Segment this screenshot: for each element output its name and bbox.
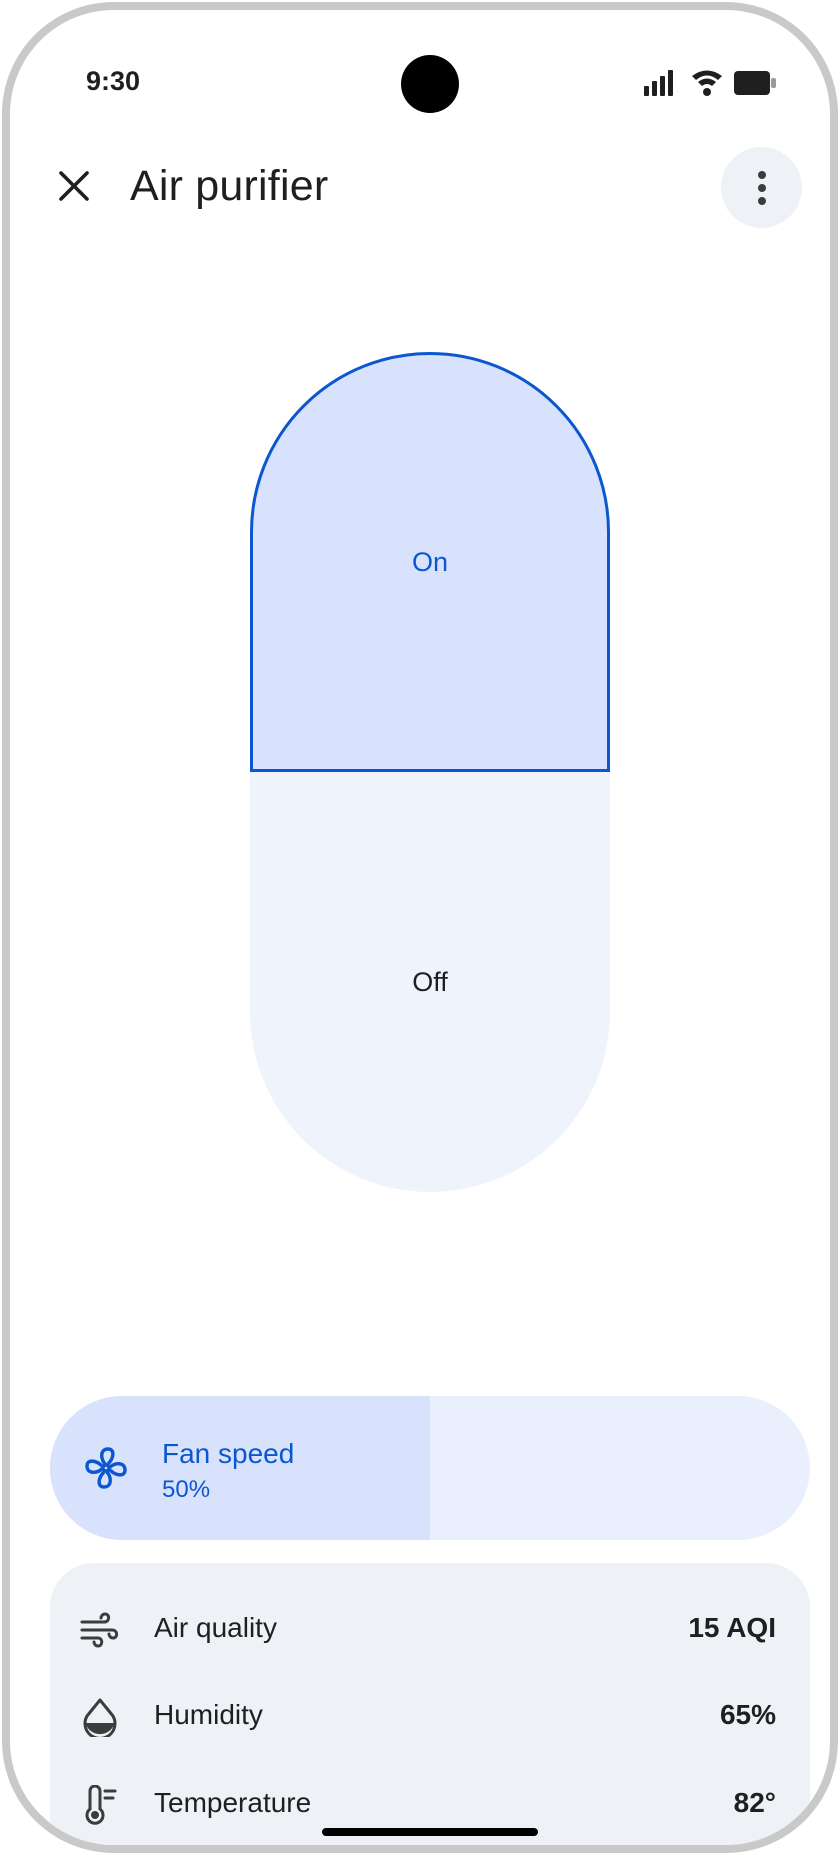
- status-icons: [642, 68, 778, 98]
- wifi-icon: [692, 70, 722, 96]
- home-indicator[interactable]: [322, 1828, 538, 1836]
- sensor-label: Air quality: [154, 1612, 277, 1643]
- fan-speed-slider[interactable]: Fan speed 50%: [50, 1396, 810, 1540]
- sensor-row-temperature: Temperature 82°: [50, 1773, 810, 1833]
- power-off-label: Off: [412, 966, 448, 997]
- close-button[interactable]: [46, 158, 102, 214]
- page-title: Air purifier: [130, 162, 329, 210]
- fan-speed-value: 50%: [162, 1476, 211, 1503]
- more-vert-icon: [757, 170, 766, 205]
- camera-cutout: [401, 55, 459, 113]
- sensor-value: 82°: [733, 1787, 776, 1818]
- sensor-row-humidity: Humidity 65%: [50, 1685, 810, 1745]
- power-on-label: On: [411, 546, 449, 577]
- humidity-drop-icon: [83, 1698, 117, 1737]
- air-wind-icon: [80, 1612, 119, 1648]
- phone-screen: 9:30 Air purifier On Off Fan speed 50% A…: [2, 2, 838, 1853]
- thermometer-icon: [85, 1785, 117, 1825]
- fan-icon: [85, 1447, 127, 1489]
- status-time: 9:30: [86, 66, 141, 96]
- battery-icon: [734, 71, 776, 95]
- sensor-value: 65%: [719, 1699, 776, 1730]
- power-toggle: On Off: [250, 352, 610, 1192]
- sensor-label: Humidity: [154, 1699, 263, 1730]
- sensor-value: 15 AQI: [688, 1612, 776, 1643]
- more-options-button[interactable]: [721, 147, 802, 228]
- power-off-option[interactable]: Off: [250, 772, 610, 1192]
- sensor-card: Air quality 15 AQI Humidity 65% Temperat…: [50, 1563, 810, 1845]
- close-icon: [59, 171, 89, 201]
- sensor-row-air-quality: Air quality 15 AQI: [50, 1598, 810, 1658]
- fan-speed-label: Fan speed: [162, 1438, 295, 1469]
- cellular-signal-icon: [644, 70, 673, 96]
- sensor-label: Temperature: [154, 1787, 312, 1818]
- power-on-option[interactable]: On: [250, 352, 610, 772]
